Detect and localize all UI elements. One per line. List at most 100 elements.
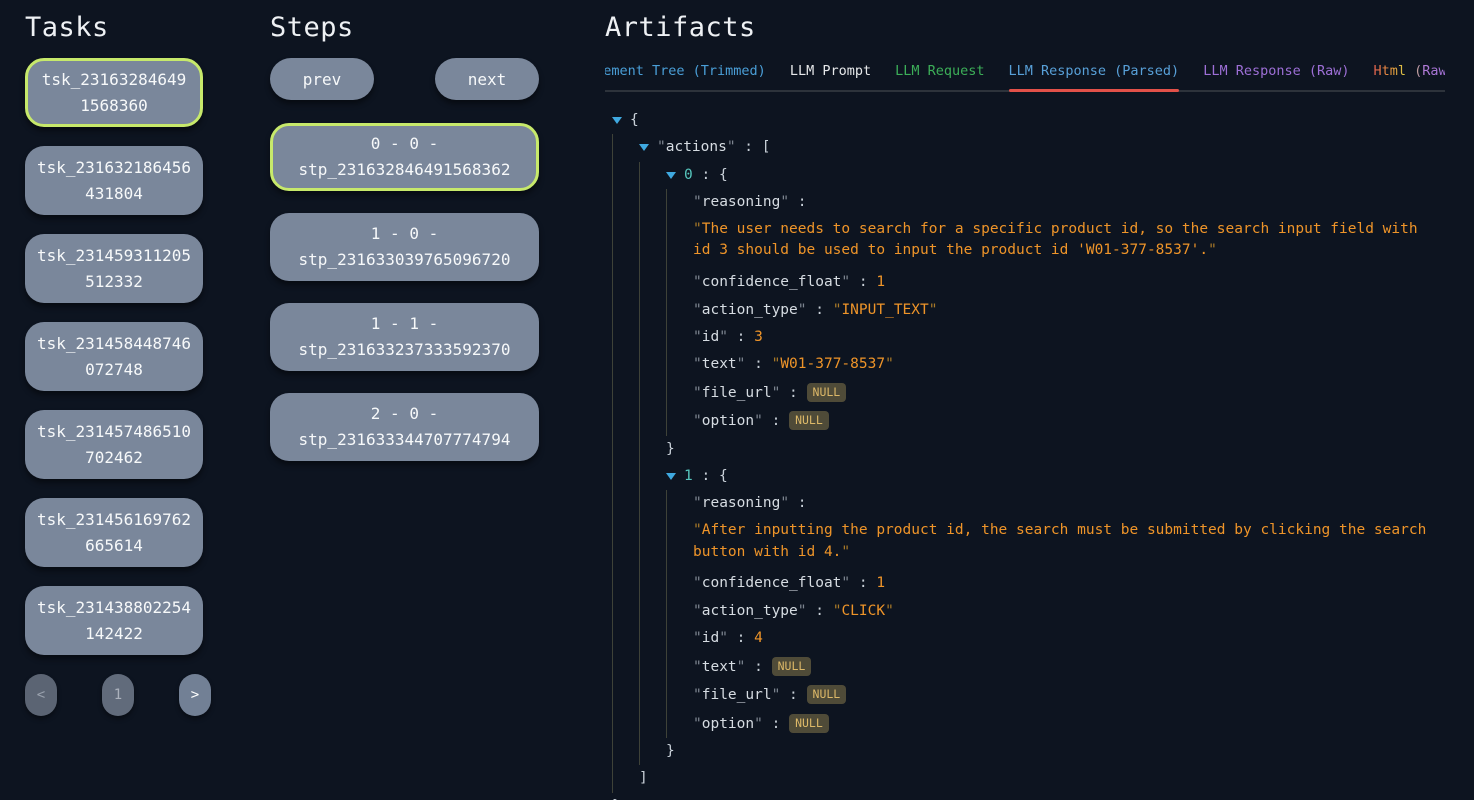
indent-guide bbox=[612, 436, 639, 463]
indent-guide bbox=[639, 653, 666, 681]
tree-token: " bbox=[780, 194, 789, 210]
tree-token: : bbox=[745, 356, 771, 372]
indent-guide bbox=[639, 436, 666, 463]
task-button-3[interactable]: tsk_231458448746072748 bbox=[25, 322, 203, 391]
tree-token: " bbox=[693, 716, 702, 732]
indent-guide bbox=[639, 518, 666, 571]
step-button-2[interactable]: 1 - 1 - stp_231633237333592370 bbox=[270, 303, 539, 371]
tree-token: 4 bbox=[754, 630, 763, 646]
tree-token: " bbox=[693, 194, 702, 210]
indent-guide bbox=[612, 653, 639, 681]
indent-guide bbox=[639, 463, 666, 490]
step-button-3[interactable]: 2 - 0 - stp_231633344707774794 bbox=[270, 393, 539, 461]
collapse-arrow-icon[interactable] bbox=[612, 107, 630, 134]
indent-guide bbox=[639, 570, 666, 597]
tree-token: reasoning bbox=[702, 194, 781, 210]
tree-row: "confidence_float" : 1 bbox=[612, 269, 1445, 296]
next-step-button[interactable]: next bbox=[435, 58, 539, 100]
tree-row-content: "reasoning" : bbox=[693, 490, 807, 517]
pagination-page-1-button[interactable]: 1 bbox=[102, 674, 134, 716]
task-button-4[interactable]: tsk_231457486510702462 bbox=[25, 410, 203, 479]
tree-token: 1 bbox=[876, 575, 885, 591]
tree-token: reasoning bbox=[702, 495, 781, 511]
step-button-1[interactable]: 1 - 0 - stp_231633039765096720 bbox=[270, 213, 539, 281]
tree-token: : bbox=[789, 194, 806, 210]
indent-guide bbox=[666, 653, 693, 681]
tree-row: "The user needs to search for a specific… bbox=[612, 217, 1445, 270]
tree-token: " bbox=[754, 716, 763, 732]
indent-guide bbox=[639, 598, 666, 625]
tab-llm-request[interactable]: LLM Request bbox=[895, 63, 984, 90]
tree-token: action_type bbox=[702, 603, 798, 619]
tree-token: " bbox=[693, 329, 702, 345]
tree-row: "option" : NULL bbox=[612, 407, 1445, 435]
collapse-arrow-icon[interactable] bbox=[666, 162, 684, 189]
tree-row-content: "actions" : [ bbox=[657, 134, 771, 161]
tree-token: " bbox=[693, 385, 702, 401]
tree-row: "file_url" : NULL bbox=[612, 379, 1445, 407]
indent-guide bbox=[666, 407, 693, 435]
tree-token: id bbox=[702, 329, 719, 345]
tree-row-content: "file_url" : NULL bbox=[693, 681, 846, 709]
indent-guide bbox=[612, 570, 639, 597]
task-button-5[interactable]: tsk_231456169762665614 bbox=[25, 498, 203, 567]
tree-row: "actions" : [ bbox=[612, 134, 1445, 161]
indent-guide bbox=[666, 598, 693, 625]
tree-row-content: "option" : NULL bbox=[693, 710, 829, 738]
indent-guide bbox=[666, 379, 693, 407]
indent-guide bbox=[666, 570, 693, 597]
tree-row-content: 0 : { bbox=[684, 162, 728, 189]
collapse-arrow-icon[interactable] bbox=[639, 134, 657, 161]
tree-token: " bbox=[693, 495, 702, 511]
tree-row: "id" : 4 bbox=[612, 625, 1445, 652]
indent-guide bbox=[666, 625, 693, 652]
indent-guide bbox=[612, 297, 639, 324]
tree-token: [ bbox=[762, 139, 771, 155]
tree-token: : bbox=[728, 630, 754, 646]
tree-token: " bbox=[693, 630, 702, 646]
null-badge: NULL bbox=[807, 383, 847, 402]
indent-guide bbox=[666, 324, 693, 351]
tab-list: Element Tree (Trimmed) LLM Prompt LLM Requ… bbox=[605, 63, 1445, 92]
indent-guide bbox=[666, 681, 693, 709]
task-button-6[interactable]: tsk_231438802254142422 bbox=[25, 586, 203, 655]
tree-token: : bbox=[807, 603, 833, 619]
task-button-1[interactable]: tsk_231632186456431804 bbox=[25, 146, 203, 215]
indent-guide bbox=[639, 379, 666, 407]
indent-guide bbox=[639, 351, 666, 378]
tree-row: "text" : "W01-377-8537" bbox=[612, 351, 1445, 378]
task-button-0[interactable]: tsk_231632846491568360 bbox=[25, 58, 203, 127]
tab-llm-response-parsed[interactable]: LLM Response (Parsed) bbox=[1009, 63, 1180, 90]
step-button-0[interactable]: 0 - 0 - stp_231632846491568362 bbox=[270, 123, 539, 191]
tab-html-raw[interactable]: Html (Raw) bbox=[1374, 63, 1446, 90]
task-button-2[interactable]: tsk_231459311205512332 bbox=[25, 234, 203, 303]
tree-token: " bbox=[693, 659, 702, 675]
tree-token: actions bbox=[666, 139, 727, 155]
tree-row: 0 : { bbox=[612, 162, 1445, 189]
indent-guide bbox=[639, 490, 666, 517]
tab-llm-prompt[interactable]: LLM Prompt bbox=[790, 63, 871, 90]
indent-guide bbox=[612, 351, 639, 378]
tree-row: "After inputting the product id, the sea… bbox=[612, 518, 1445, 571]
tree-token: 1 bbox=[684, 468, 693, 484]
prev-step-button[interactable]: prev bbox=[270, 58, 374, 100]
pagination-prev-button[interactable]: < bbox=[25, 674, 57, 716]
tree-token: 3 bbox=[754, 329, 763, 345]
tab-llm-response-raw[interactable]: LLM Response (Raw) bbox=[1203, 63, 1349, 90]
tree-token: id bbox=[702, 630, 719, 646]
tree-row: "reasoning" : bbox=[612, 189, 1445, 216]
pagination-next-button[interactable]: > bbox=[179, 674, 211, 716]
indent-guide bbox=[612, 189, 639, 216]
tree-token: : bbox=[780, 687, 806, 703]
indent-guide bbox=[639, 407, 666, 435]
tree-token: " bbox=[754, 413, 763, 429]
tree-row: 1 : { bbox=[612, 463, 1445, 490]
tree-token: CLICK bbox=[841, 603, 885, 619]
tree-row-content: "reasoning" : bbox=[693, 189, 807, 216]
steps-title: Steps bbox=[270, 12, 539, 43]
null-badge: NULL bbox=[789, 714, 829, 733]
tree-row-content: } bbox=[666, 738, 675, 765]
tab-element-tree-trimmed[interactable]: Element Tree (Trimmed) bbox=[605, 63, 766, 90]
collapse-arrow-icon[interactable] bbox=[666, 463, 684, 490]
tree-token: " bbox=[657, 139, 666, 155]
